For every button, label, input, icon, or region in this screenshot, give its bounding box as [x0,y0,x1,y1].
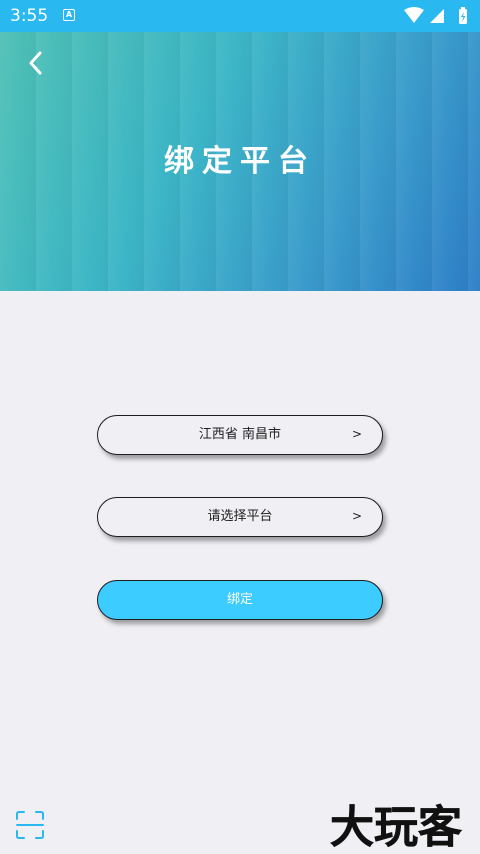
region-select[interactable]: 江西省 南昌市 > [97,415,383,455]
back-icon[interactable] [18,48,54,78]
signal-icon [430,9,444,23]
chevron-right-icon: > [351,427,362,441]
header-banner: 绑定平台 [0,32,480,291]
watermark-logo: 大玩客 [330,802,462,850]
page-title: 绑定平台 [164,144,316,179]
status-icons [404,7,467,24]
svg-text:大玩客: 大玩客 [330,802,462,850]
battery-icon [459,7,467,24]
bind-button[interactable]: 绑定 [97,580,383,620]
region-label: 江西省 南昌市 [198,427,282,442]
platform-select[interactable]: 请选择平台 > [97,497,383,537]
wifi-icon [404,7,424,23]
chevron-right-icon: > [351,509,362,523]
platform-label: 请选择平台 [207,509,273,524]
notification-icon: A [63,9,75,21]
status-bar: 3:55 A [0,0,480,32]
status-time: 3:55 [10,6,49,26]
scan-icon[interactable] [14,809,46,841]
bind-label: 绑定 [226,592,253,607]
